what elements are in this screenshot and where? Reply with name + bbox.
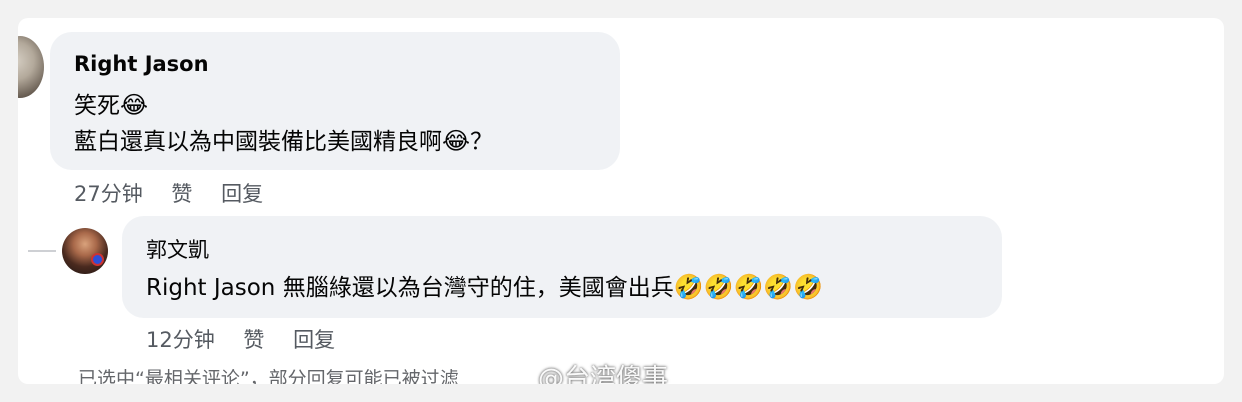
comment-text-line: 藍白還真以為中國裝備比美國精良啊😂？ bbox=[74, 122, 493, 156]
reply-bubble: 郭文凱 Right Jason 無腦綠還以為台灣守的住，美國會出兵🤣🤣🤣🤣🤣 bbox=[122, 216, 1002, 318]
comment-text: 笑死 bbox=[74, 93, 120, 119]
like-button[interactable]: 赞 bbox=[171, 182, 192, 206]
watermark: @台湾傻事 bbox=[538, 364, 669, 384]
comment-text: 藍白還真以為中國裝備比美國精良啊 bbox=[74, 129, 442, 155]
reply-button[interactable]: 回复 bbox=[293, 328, 335, 352]
mention-link[interactable]: Right Jason bbox=[146, 275, 275, 301]
comment-actions: 12分钟 赞 回复 bbox=[146, 324, 357, 354]
reply-button[interactable]: 回复 bbox=[221, 182, 263, 206]
rolling-laughing-emoji-icon: 🤣🤣🤣🤣🤣 bbox=[673, 273, 824, 301]
laughing-emoji-icon: 😂 bbox=[442, 127, 471, 155]
badge-icon bbox=[91, 253, 104, 266]
timestamp[interactable]: 12分钟 bbox=[146, 328, 215, 352]
comment-text: ？ bbox=[470, 129, 494, 155]
comments-panel: Right Jason 笑死😂 藍白還真以為中國裝備比美國精良啊😂？ 27分钟 … bbox=[18, 18, 1224, 384]
comment-text-line: 笑死😂 bbox=[74, 86, 148, 120]
avatar[interactable] bbox=[62, 228, 108, 274]
thread-connector bbox=[28, 250, 56, 252]
laughing-emoji-icon: 😂 bbox=[120, 91, 149, 119]
comment-author[interactable]: Right Jason bbox=[74, 52, 209, 76]
comment-author[interactable]: 郭文凱 bbox=[146, 234, 209, 264]
comment-text-line: Right Jason 無腦綠還以為台灣守的住，美國會出兵🤣🤣🤣🤣🤣 bbox=[146, 268, 823, 302]
comment-bubble: Right Jason 笑死😂 藍白還真以為中國裝備比美國精良啊😂？ bbox=[50, 32, 620, 170]
comment-actions: 27分钟 赞 回复 bbox=[74, 178, 285, 208]
filter-notice: 已选中“最相关评论”，部分回复可能已被过滤 bbox=[78, 368, 459, 384]
avatar[interactable] bbox=[18, 36, 44, 98]
comment-text: 無腦綠還以為台灣守的住，美國會出兵 bbox=[275, 275, 674, 301]
timestamp[interactable]: 27分钟 bbox=[74, 182, 143, 206]
like-button[interactable]: 赞 bbox=[243, 328, 264, 352]
